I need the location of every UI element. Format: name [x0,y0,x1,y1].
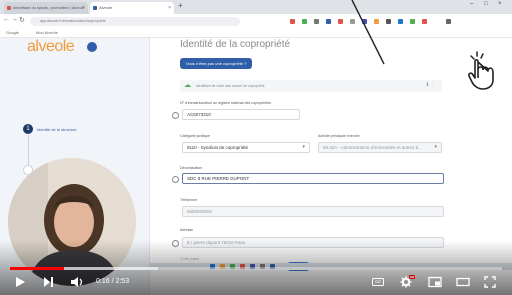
video-progress-bar[interactable] [10,267,502,270]
next-icon[interactable] [42,276,54,288]
captions-icon[interactable]: CC [372,278,384,286]
theater-icon[interactable] [456,276,470,288]
hd-badge: HD [409,275,416,279]
current-time: 0:16 [96,278,110,285]
miniplayer-icon[interactable] [428,276,442,288]
volume-icon[interactable] [70,276,84,288]
fullscreen-icon[interactable] [484,276,496,288]
video-timecode: 0:16 / 2:53 [96,278,130,285]
video-played-bar [10,267,65,270]
total-time: 2:53 [115,278,130,285]
hand-click-icon [468,51,494,90]
play-icon[interactable] [14,276,26,288]
